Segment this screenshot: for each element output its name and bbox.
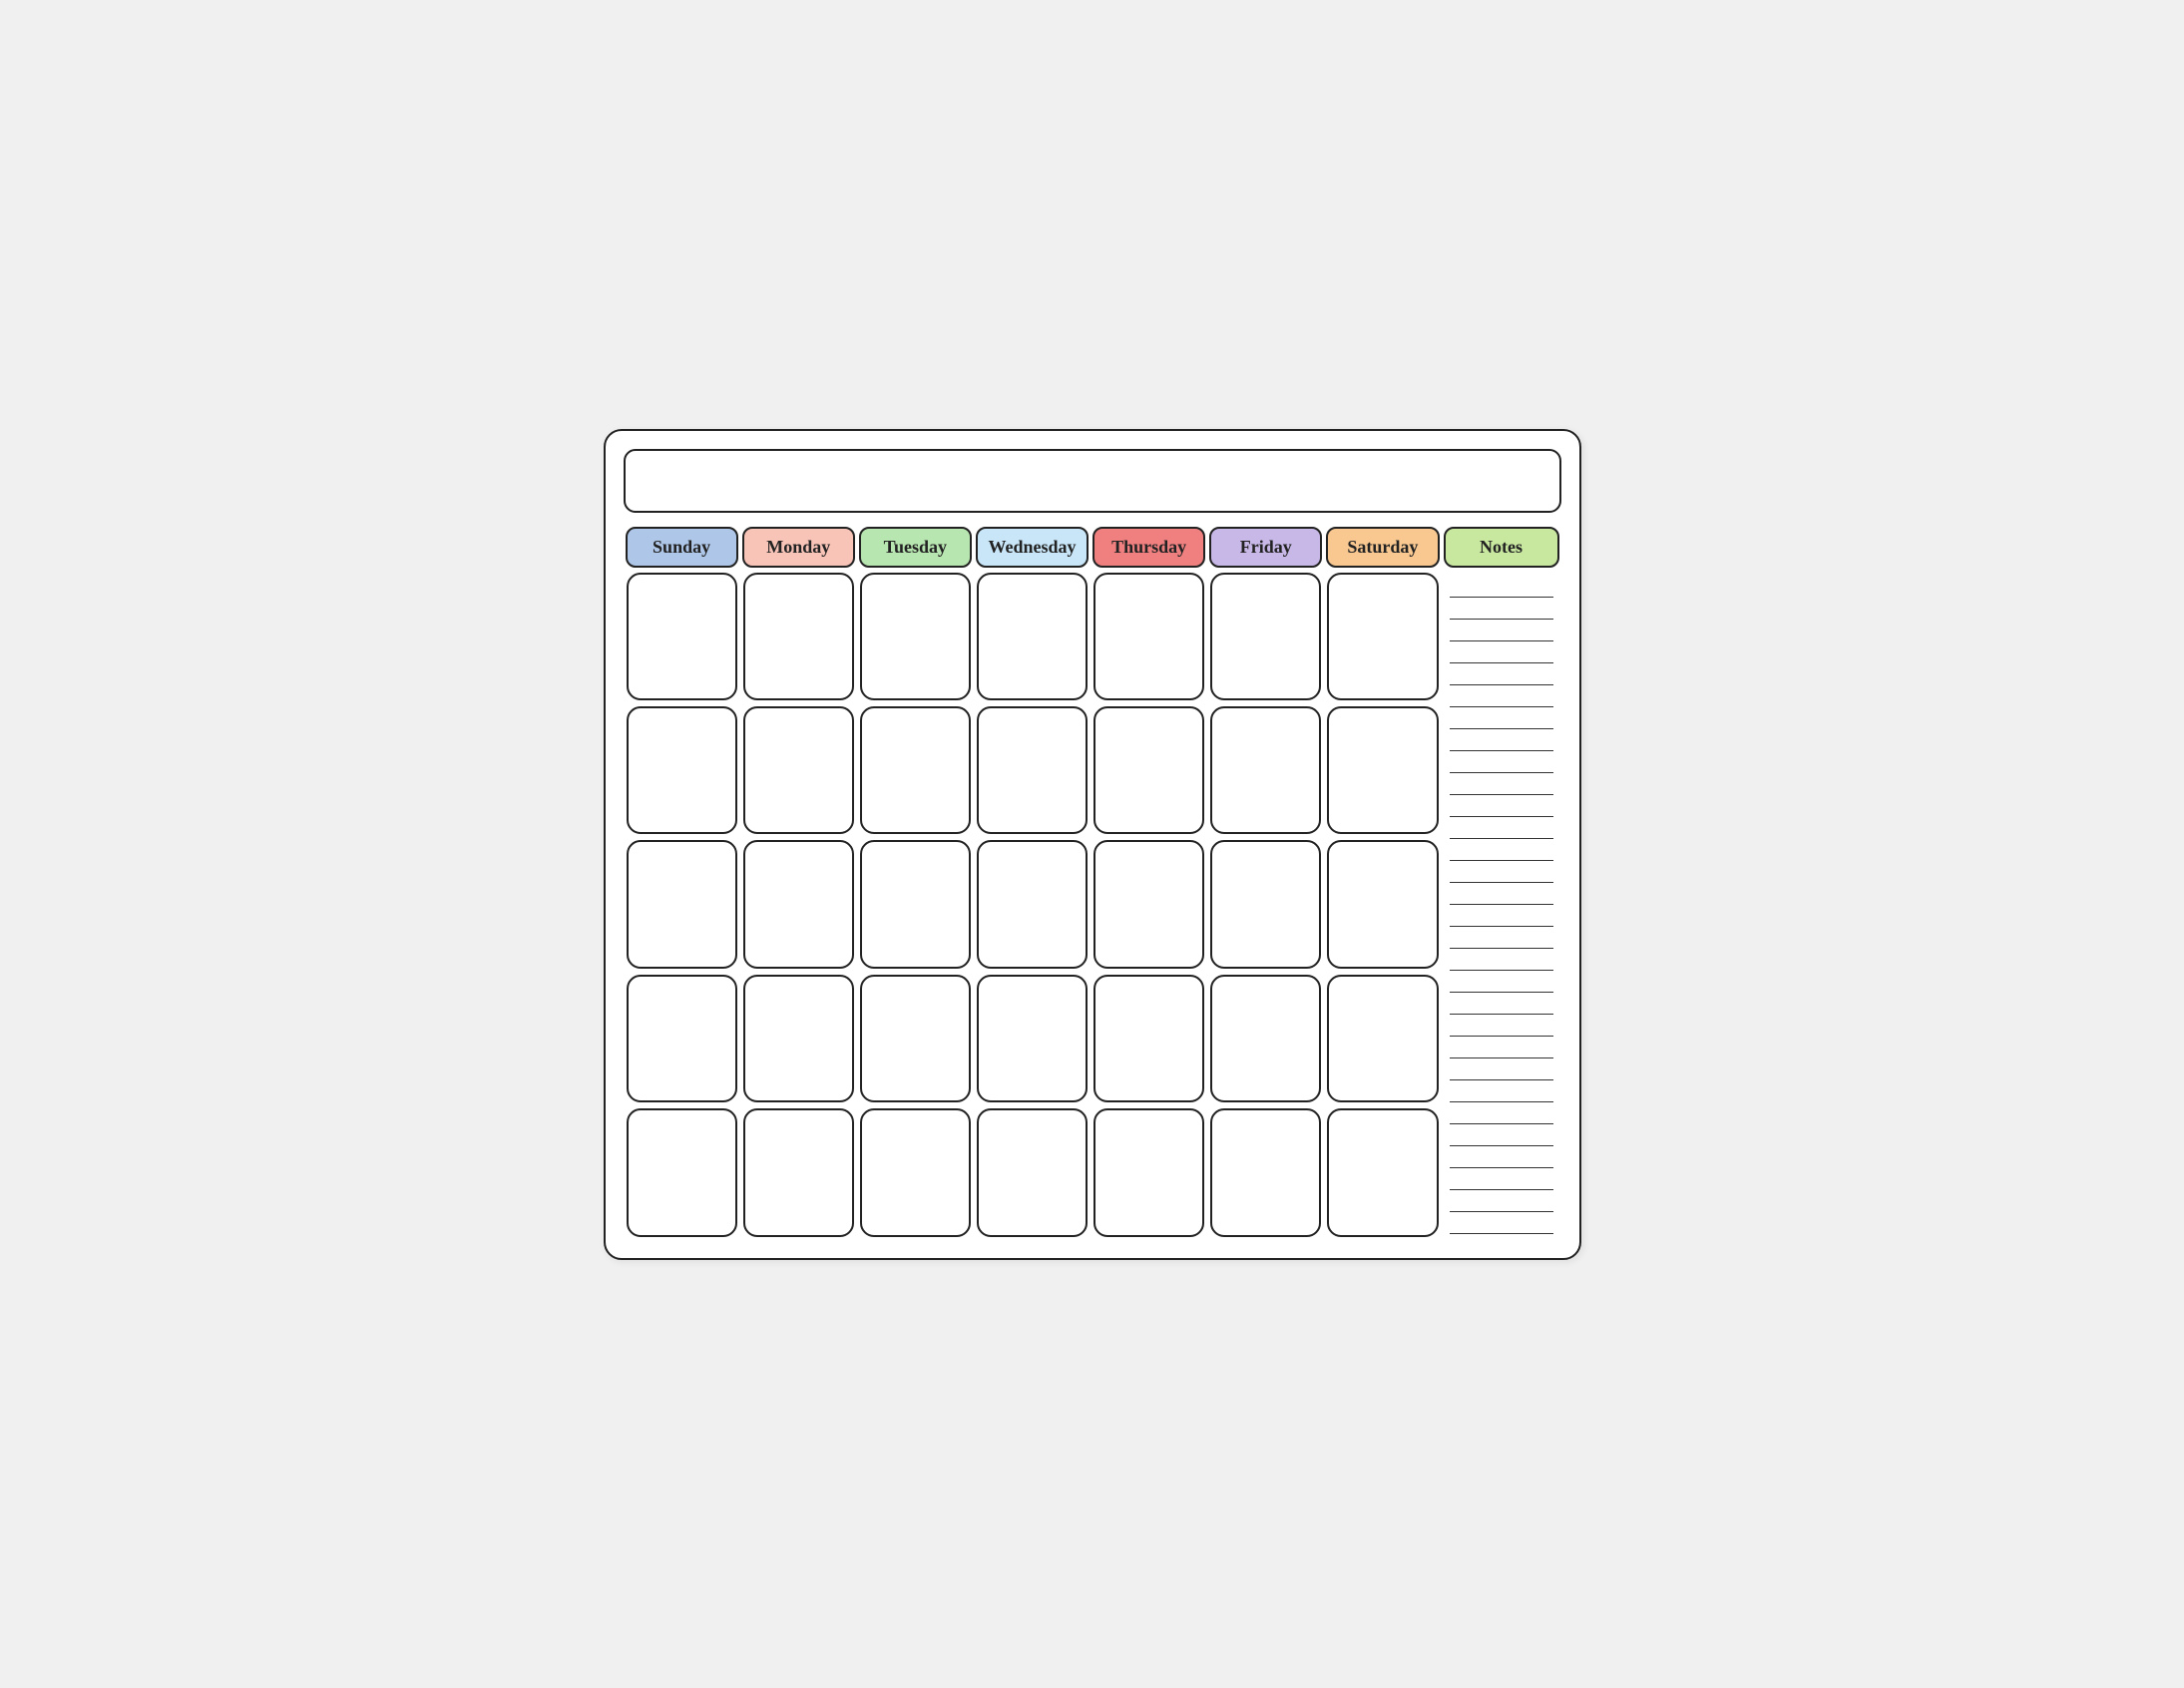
table-row[interactable] [1093, 1108, 1204, 1236]
notes-line [1450, 773, 1553, 795]
notes-line [1450, 905, 1553, 927]
notes-line [1450, 663, 1553, 685]
table-row[interactable] [1327, 840, 1438, 968]
table-row[interactable] [627, 975, 737, 1102]
table-row[interactable] [1327, 975, 1438, 1102]
table-row[interactable] [1327, 573, 1438, 700]
notes-line [1450, 1190, 1553, 1212]
notes-line [1450, 685, 1553, 707]
table-row[interactable] [860, 840, 971, 968]
notes-line [1450, 861, 1553, 883]
table-row[interactable] [860, 573, 971, 700]
notes-line [1450, 993, 1553, 1015]
notes-line [1450, 927, 1553, 949]
table-row[interactable] [977, 975, 1088, 1102]
table-row[interactable] [977, 1108, 1088, 1236]
table-row[interactable] [1327, 1108, 1438, 1236]
notes-line [1450, 1080, 1553, 1102]
notes-line [1450, 1037, 1553, 1058]
calendar-grid: Sunday Monday Tuesday Wednesday Thursday… [624, 525, 1561, 1240]
notes-line [1450, 729, 1553, 751]
table-row[interactable] [743, 706, 854, 834]
notes-line [1450, 1212, 1553, 1234]
table-row[interactable] [1210, 1108, 1321, 1236]
notes-line [1450, 1058, 1553, 1080]
table-row[interactable] [977, 573, 1088, 700]
table-row[interactable] [977, 706, 1088, 834]
table-row[interactable] [743, 1108, 854, 1236]
notes-line [1450, 971, 1553, 993]
table-row[interactable] [1093, 573, 1204, 700]
table-row[interactable] [1210, 706, 1321, 834]
notes-line [1450, 1102, 1553, 1124]
notes-line [1450, 795, 1553, 817]
notes-line [1450, 839, 1553, 861]
notes-header: Notes [1444, 527, 1559, 568]
table-row[interactable] [1210, 975, 1321, 1102]
table-row[interactable] [1093, 975, 1204, 1102]
notes-line [1450, 641, 1553, 663]
header-tuesday: Tuesday [859, 527, 972, 568]
notes-line [1450, 949, 1553, 971]
header-monday: Monday [742, 527, 855, 568]
table-row[interactable] [1327, 706, 1438, 834]
notes-section[interactable] [1442, 570, 1561, 1240]
table-row[interactable] [860, 706, 971, 834]
header-friday: Friday [1209, 527, 1322, 568]
table-row[interactable] [1210, 840, 1321, 968]
table-row[interactable] [743, 840, 854, 968]
notes-line [1450, 1015, 1553, 1037]
table-row[interactable] [743, 975, 854, 1102]
table-row[interactable] [977, 840, 1088, 968]
notes-line [1450, 620, 1553, 641]
table-row[interactable] [627, 706, 737, 834]
table-row[interactable] [860, 975, 971, 1102]
header-sunday: Sunday [626, 527, 738, 568]
table-row[interactable] [627, 1108, 737, 1236]
table-row[interactable] [1093, 840, 1204, 968]
table-row[interactable] [1210, 573, 1321, 700]
notes-line [1450, 707, 1553, 729]
notes-line [1450, 1146, 1553, 1168]
header-thursday: Thursday [1092, 527, 1205, 568]
header-saturday: Saturday [1326, 527, 1439, 568]
table-row[interactable] [1093, 706, 1204, 834]
table-row[interactable] [743, 573, 854, 700]
notes-line [1450, 1124, 1553, 1146]
notes-line [1450, 1168, 1553, 1190]
table-row[interactable] [860, 1108, 971, 1236]
notes-line [1450, 576, 1553, 598]
table-row[interactable] [627, 840, 737, 968]
notes-line [1450, 817, 1553, 839]
notes-line [1450, 751, 1553, 773]
title-bar[interactable] [624, 449, 1561, 513]
table-row[interactable] [627, 573, 737, 700]
header-wednesday: Wednesday [976, 527, 1089, 568]
notes-line [1450, 598, 1553, 620]
notes-line [1450, 883, 1553, 905]
calendar-wrapper: Sunday Monday Tuesday Wednesday Thursday… [604, 429, 1581, 1260]
